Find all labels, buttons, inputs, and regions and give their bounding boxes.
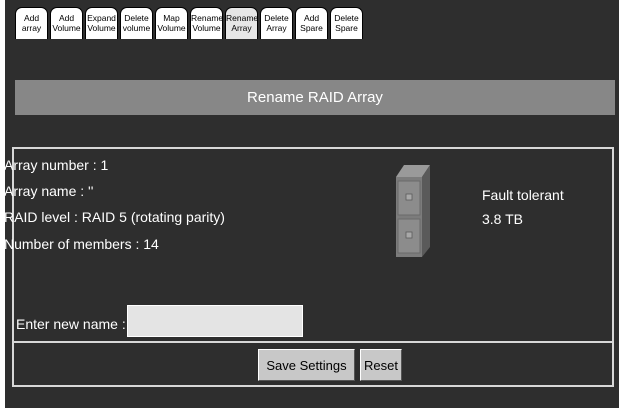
save-settings-button[interactable]: Save Settings (258, 349, 355, 381)
tab-label-line2: array (21, 23, 42, 33)
tab-label-line2: Volume (87, 23, 116, 33)
new-name-input[interactable] (127, 305, 303, 337)
member-count: Number of members : 14 (4, 236, 159, 252)
tab-label-line2: Volume (192, 23, 221, 33)
tab-label-line1: Rename (226, 13, 258, 23)
array-number: Array number : 1 (4, 157, 109, 173)
tab-label-line1: Add (58, 13, 75, 23)
page-title-bar: Rename RAID Array (15, 80, 615, 115)
disk-array-icon (396, 165, 430, 257)
page-frame: Add array Add Volume Expand Volume Delet… (0, 0, 623, 413)
tab-label-line2: Spare (300, 23, 323, 33)
tab-label-line1: Delete (334, 13, 359, 23)
tab-rename-volume[interactable]: Rename Volume (190, 7, 223, 39)
tab-delete-array[interactable]: Delete Array (260, 7, 293, 39)
raid-level: RAID level : RAID 5 (rotating parity) (4, 209, 225, 225)
tab-label-line2: volume (122, 23, 151, 33)
tab-delete-spare[interactable]: Delete Spare (330, 7, 363, 39)
tab-expand-volume[interactable]: Expand Volume (85, 7, 118, 39)
tab-delete-volume[interactable]: Delete volume (120, 7, 153, 39)
tab-label-line2: Array (231, 23, 252, 33)
new-name-label: Enter new name : (16, 316, 126, 332)
tab-label-line2: Spare (335, 23, 358, 33)
tab-label-line1: Add (23, 13, 40, 23)
tab-label-line1: Map (163, 13, 180, 23)
tab-label-line1: Expand (87, 13, 116, 23)
array-name: Array name : '' (4, 183, 94, 199)
tab-label-line2: Volume (52, 23, 81, 33)
tab-add-spare[interactable]: Add Spare (295, 7, 328, 39)
tab-label-line1: Rename (191, 13, 223, 23)
tab-rename-array[interactable]: Rename Array (225, 7, 258, 39)
tab-bar: Add array Add Volume Expand Volume Delet… (15, 7, 363, 41)
tab-label-line1: Add (303, 13, 320, 23)
array-status: Fault tolerant (482, 187, 564, 203)
array-capacity: 3.8 TB (482, 211, 523, 227)
tab-add-array[interactable]: Add array (15, 7, 48, 39)
page-title: Rename RAID Array (247, 89, 383, 106)
tab-label-line2: Array (266, 23, 287, 33)
tab-label-line1: Delete (264, 13, 289, 23)
tab-label-line1: Delete (124, 13, 149, 23)
tab-add-volume[interactable]: Add Volume (50, 7, 83, 39)
tab-label-line2: Volume (157, 23, 186, 33)
reset-button[interactable]: Reset (360, 349, 402, 381)
tab-map-volume[interactable]: Map Volume (155, 7, 188, 39)
